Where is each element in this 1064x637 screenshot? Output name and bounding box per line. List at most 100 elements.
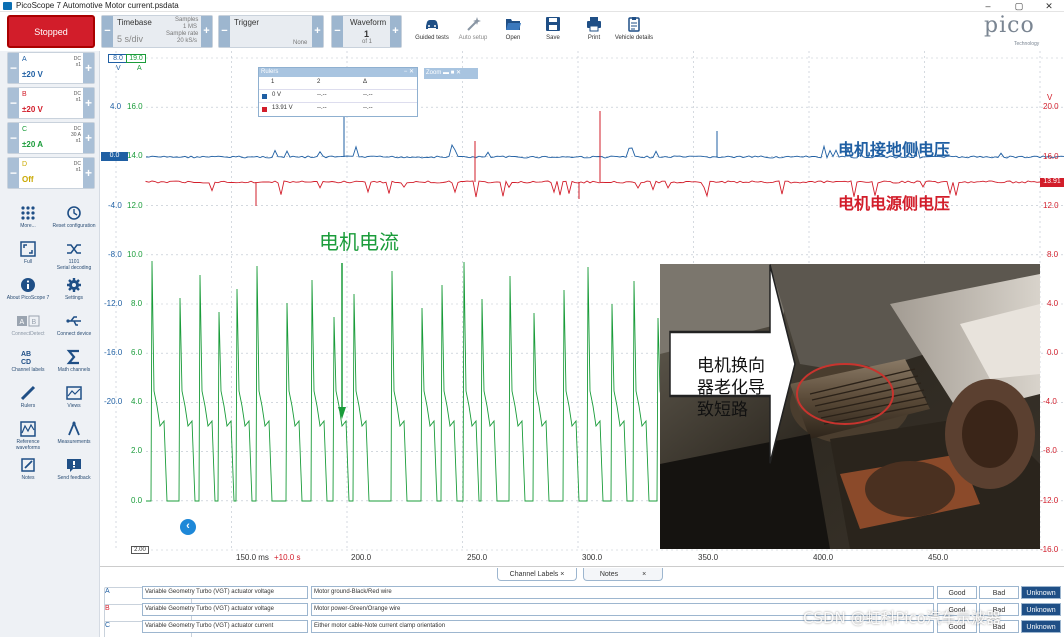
label-b-select[interactable]: Variable Geometry Turbo (VGT) actuator v…: [142, 603, 308, 616]
serial-decoding-button[interactable]: 1101 Serial decoding: [51, 241, 97, 277]
reference-waveforms-button[interactable]: Reference waveforms: [5, 421, 51, 457]
channel-a-card[interactable]: − A DC x1 ±20 V +: [7, 52, 95, 84]
app-logo-icon: [3, 2, 12, 10]
rulers-close-icon[interactable]: − ✕: [404, 68, 417, 77]
tab-channel-labels[interactable]: Channel Labels ×: [497, 568, 577, 581]
channel-d-range[interactable]: Off: [22, 175, 34, 184]
channel-a-increase[interactable]: +: [83, 53, 94, 83]
axis-right-tick: -8.0: [1043, 446, 1057, 455]
waveform-next-button[interactable]: +: [390, 16, 401, 47]
notes-button[interactable]: Notes: [5, 457, 51, 493]
channel-labels-label: Channel labels: [11, 367, 45, 373]
reset-configuration-button[interactable]: Reset configuration: [51, 205, 97, 241]
math-channels-label: Math channels: [57, 367, 91, 373]
timebase-value[interactable]: 5 s/div: [117, 34, 143, 44]
channel-d-card[interactable]: − D DC x1 Off +: [7, 157, 95, 189]
trigger-mode[interactable]: None: [293, 40, 307, 46]
waveform-of: of 1: [362, 39, 373, 45]
label-a-bad-button[interactable]: Bad: [979, 586, 1019, 599]
channel-c-card[interactable]: − C DC 30 Ax1 ±20 A +: [7, 122, 95, 154]
axis-right-unit: V: [1047, 93, 1053, 102]
timebase-decrease-button[interactable]: −: [102, 16, 113, 47]
connect-detect-button[interactable]: AB ConnectDetect: [5, 313, 51, 349]
channel-a-swatch: [262, 94, 267, 99]
x-tick: 400.0: [813, 553, 834, 562]
trigger-decrease-button[interactable]: −: [219, 16, 230, 47]
channel-d-increase[interactable]: +: [83, 158, 94, 188]
zoom-panel[interactable]: Zoom ▬ ■ ✕: [424, 68, 478, 79]
full-button[interactable]: Full: [5, 241, 51, 277]
channel-c-range[interactable]: ±20 A: [22, 140, 43, 149]
x-tick: 200.0: [351, 553, 372, 562]
waveform-prev-button[interactable]: −: [332, 16, 343, 47]
grid-icon: [21, 206, 35, 220]
axis-b-tick: 10.0: [127, 250, 143, 259]
ruler-a-value-2: --.--: [317, 92, 327, 98]
label-c-unknown-button[interactable]: Unknown: [1021, 620, 1061, 633]
channel-b-decrease[interactable]: −: [8, 88, 19, 118]
connect-device-button[interactable]: Connect device: [51, 313, 97, 349]
tab-notes[interactable]: Notes ×: [583, 568, 663, 581]
send-feedback-button[interactable]: Send feedback: [51, 457, 97, 493]
x-tick: 300.0: [582, 553, 603, 562]
tab-channel-labels-text: Channel Labels: [509, 571, 559, 578]
axis-right-tick: -12.0: [1040, 496, 1059, 505]
channel-c-increase[interactable]: +: [83, 123, 94, 153]
channel-labels-button[interactable]: AB CD Channel labels: [5, 349, 51, 385]
channel-a-range[interactable]: ±20 V: [22, 70, 43, 79]
axis-b-tick: 6.0: [131, 348, 143, 357]
back-arrow-button[interactable]: ‹: [180, 519, 196, 535]
zoom-controls-icon[interactable]: ▬ ■ ✕: [443, 70, 461, 76]
stop-start-button[interactable]: Stopped: [7, 15, 95, 48]
ruler-b-delta: --.--: [363, 105, 373, 111]
channel-d-probe: x1: [75, 167, 81, 173]
notes-label: Notes: [21, 475, 35, 481]
timebase-increase-button[interactable]: +: [201, 16, 212, 47]
about-button[interactable]: About PicoScope 7: [5, 277, 51, 313]
channel-b-range[interactable]: ±20 V: [22, 105, 43, 114]
close-button[interactable]: ✕: [1034, 0, 1064, 12]
axis-b-tick: 4.0: [131, 397, 143, 406]
svg-text:B: B: [32, 319, 37, 326]
label-a-note[interactable]: Motor ground-Black/Red wire: [311, 586, 934, 599]
tab-close-icon[interactable]: ×: [560, 571, 564, 578]
axis-a-marker[interactable]: 0.0: [101, 152, 128, 161]
rulers-panel[interactable]: Rulers − ✕ 1 2 Δ 0 V --.-- --.-- 13.91 V …: [258, 67, 418, 117]
axis-b-tick: 12.0: [127, 201, 143, 210]
trigger-increase-button[interactable]: +: [312, 16, 323, 47]
sample-rate-label: Sample rate: [166, 31, 199, 37]
save-label: Save: [546, 35, 560, 41]
channel-a-decrease[interactable]: −: [8, 53, 19, 83]
views-button[interactable]: Views: [51, 385, 97, 421]
settings-button[interactable]: Settings: [51, 277, 97, 313]
label-c-select[interactable]: Variable Geometry Turbo (VGT) actuator c…: [142, 620, 308, 633]
tab-close-icon[interactable]: ×: [642, 571, 646, 578]
abcd-icon: ABCD: [21, 351, 31, 365]
timebase-control: − Timebase 5 s/div Samples 1 MS Sample r…: [101, 15, 213, 48]
axis-right-marker[interactable]: 13.91: [1040, 178, 1064, 187]
x-start-marker[interactable]: 2.00: [131, 546, 149, 554]
vehicle-details-button[interactable]: Vehicle details: [611, 15, 657, 48]
channel-b-card[interactable]: − B DC x1 ±20 V +: [7, 87, 95, 119]
minimize-button[interactable]: –: [973, 0, 1003, 12]
label-a-select[interactable]: Variable Geometry Turbo (VGT) actuator v…: [142, 586, 308, 599]
timebase-label: Timebase: [117, 18, 152, 27]
save-button[interactable]: Save: [530, 15, 576, 48]
label-b-unknown-button[interactable]: Unknown: [1021, 603, 1061, 616]
label-a-good-button[interactable]: Good: [937, 586, 977, 599]
axis-b-header[interactable]: 19.0: [126, 54, 146, 63]
guided-tests-button[interactable]: Guided tests: [409, 15, 455, 48]
rulers-row-b: 13.91 V --.-- --.--: [259, 103, 417, 116]
axis-a-header[interactable]: 8.0: [108, 54, 128, 63]
axis-a-tick: -16.0: [104, 348, 123, 357]
axis-right-tick: 0.0: [1047, 348, 1059, 357]
measurements-button[interactable]: Measurements: [51, 421, 97, 457]
rulers-button[interactable]: Rulers: [5, 385, 51, 421]
math-channels-button[interactable]: Math channels: [51, 349, 97, 385]
more-button[interactable]: More...: [5, 205, 51, 241]
maximize-button[interactable]: ▢: [1004, 0, 1034, 12]
channel-d-decrease[interactable]: −: [8, 158, 19, 188]
channel-c-decrease[interactable]: −: [8, 123, 19, 153]
label-a-unknown-button[interactable]: Unknown: [1021, 586, 1061, 599]
channel-b-increase[interactable]: +: [83, 88, 94, 118]
